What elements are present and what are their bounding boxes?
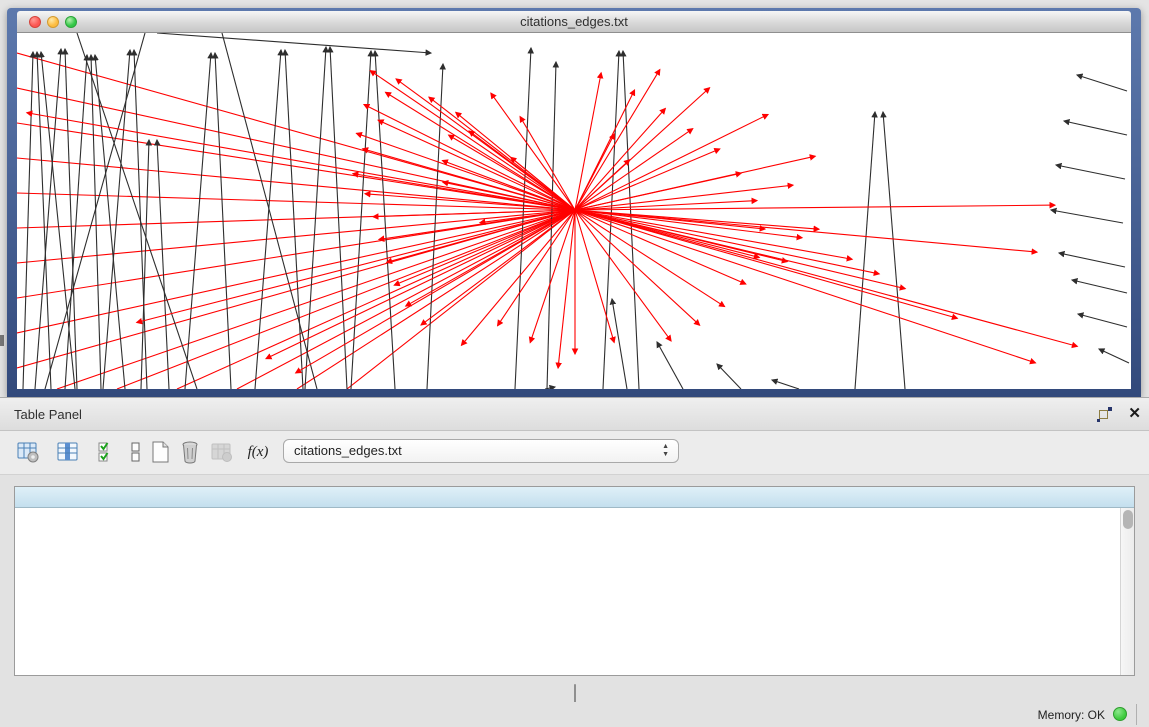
window-title: citations_edges.txt: [17, 14, 1131, 29]
function-builder-icon[interactable]: f(x): [244, 438, 272, 466]
dropdown-value: citations_edges.txt: [294, 443, 402, 458]
window-titlebar[interactable]: citations_edges.txt: [17, 11, 1131, 33]
application-window: citations_edges.txt Table Panel: [0, 0, 1149, 727]
network-edge[interactable]: [375, 51, 395, 389]
select-columns-icon[interactable]: [94, 438, 122, 466]
network-edge[interactable]: [575, 210, 1037, 252]
network-edge[interactable]: [575, 210, 879, 274]
network-edge[interactable]: [575, 149, 720, 210]
delete-table-icon[interactable]: [208, 438, 236, 466]
network-edge[interactable]: [385, 92, 575, 210]
network-edge[interactable]: [575, 210, 852, 259]
status-bar: Memory: OK: [0, 702, 1149, 727]
network-edge[interactable]: [17, 158, 575, 210]
table-body: [15, 508, 1120, 675]
network-edge[interactable]: [575, 210, 1036, 363]
network-edge[interactable]: [575, 210, 957, 318]
network-edge[interactable]: [1099, 349, 1129, 363]
network-edge[interactable]: [157, 33, 431, 53]
network-edge[interactable]: [1056, 165, 1125, 179]
network-edge[interactable]: [41, 52, 75, 389]
network-edge[interactable]: [347, 210, 575, 389]
network-edge[interactable]: [575, 156, 815, 210]
network-edge[interactable]: [57, 210, 575, 389]
network-canvas[interactable]: [17, 33, 1131, 389]
attribute-table: [14, 486, 1135, 676]
network-edge[interactable]: [1064, 121, 1127, 135]
table-panel-title: Table Panel: [14, 407, 82, 422]
network-edge[interactable]: [575, 210, 725, 307]
network-edge[interactable]: [17, 53, 575, 210]
hidden-panel-handle[interactable]: [0, 335, 4, 346]
network-edge[interactable]: [427, 64, 443, 389]
network-edge[interactable]: [772, 380, 799, 389]
network-edge[interactable]: [23, 52, 33, 389]
network-edge[interactable]: [134, 50, 147, 389]
network-edge[interactable]: [1077, 75, 1127, 91]
network-edge[interactable]: [575, 129, 693, 210]
network-edge[interactable]: [1059, 253, 1125, 267]
network-table-dropdown[interactable]: citations_edges.txt ▲▼: [283, 439, 679, 463]
network-edge[interactable]: [157, 140, 169, 389]
network-edge[interactable]: [575, 210, 1077, 346]
table-panel: Table Panel ✕: [0, 397, 1149, 727]
network-edge[interactable]: [657, 342, 683, 389]
network-edge[interactable]: [1072, 280, 1127, 293]
network-edge[interactable]: [612, 299, 627, 389]
float-panel-icon[interactable]: [1097, 406, 1113, 422]
table-toolbar: f(x) citations_edges.txt ▲▼: [0, 431, 1149, 475]
close-panel-icon[interactable]: ✕: [1128, 404, 1141, 422]
network-edge[interactable]: [370, 71, 575, 210]
memory-status-label: Memory: OK: [1038, 708, 1105, 722]
network-edge[interactable]: [363, 149, 575, 210]
table-mode-icon[interactable]: [14, 438, 42, 466]
new-column-icon[interactable]: [146, 438, 174, 466]
network-edge[interactable]: [575, 185, 793, 210]
network-edge[interactable]: [1051, 210, 1123, 223]
network-edge[interactable]: [387, 210, 575, 262]
network-edge[interactable]: [17, 210, 575, 333]
network-edge[interactable]: [1078, 314, 1127, 327]
network-edge[interactable]: [65, 55, 87, 389]
network-view-window[interactable]: citations_edges.txt: [7, 8, 1141, 397]
network-edge[interactable]: [717, 364, 741, 389]
network-edge[interactable]: [297, 210, 575, 389]
show-column-icon[interactable]: [54, 438, 82, 466]
network-edge[interactable]: [394, 210, 575, 285]
network-edge[interactable]: [883, 112, 905, 389]
network-edge[interactable]: [222, 33, 317, 389]
network-edge[interactable]: [855, 112, 875, 389]
network-edge[interactable]: [575, 108, 665, 210]
delete-column-icon[interactable]: [176, 438, 204, 466]
scrollbar-thumb[interactable]: [1123, 510, 1133, 529]
memory-status-indicator[interactable]: [1113, 707, 1127, 721]
network-edge[interactable]: [17, 123, 575, 210]
table-header-row: [15, 487, 1134, 508]
table-vertical-scrollbar[interactable]: [1120, 508, 1134, 675]
table-panel-header: Table Panel ✕: [0, 398, 1149, 431]
status-separator: [1136, 704, 1137, 725]
dropdown-stepper-icon: ▲▼: [662, 443, 669, 459]
